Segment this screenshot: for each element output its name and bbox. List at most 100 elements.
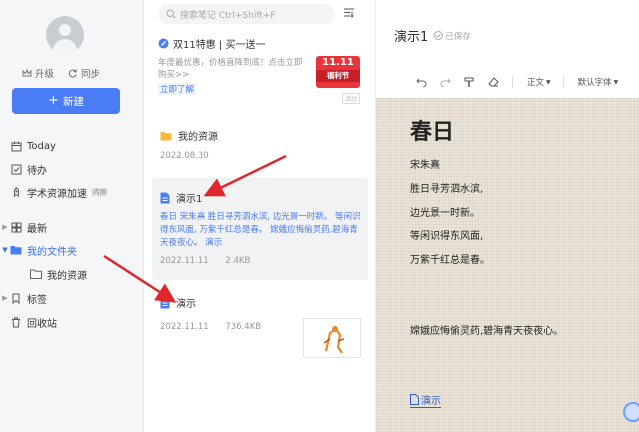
sidebar-item-label: 回收站	[27, 318, 57, 330]
sidebar-item-my-resources[interactable]: 我的资源	[0, 264, 143, 284]
attachment-link[interactable]: 演示	[410, 392, 441, 408]
sidebar-item-academic[interactable]: 学术资源加速 内测	[0, 182, 143, 202]
document-canvas[interactable]: 春日 宋朱熹 胜日寻芳泗水滨, 边光景一时新。 等闲识得东风面, 万紫千红总是春…	[376, 98, 639, 432]
document-title[interactable]: 演示1	[394, 26, 428, 45]
trash-icon	[10, 316, 22, 328]
sidebar-item-label: 我的文件夹	[27, 246, 77, 258]
redo-icon[interactable]	[438, 75, 452, 89]
sidebar-item-label: 标签	[27, 294, 47, 306]
attachment-label: 演示	[421, 396, 441, 407]
new-note-button[interactable]: + 新建	[12, 88, 120, 114]
promo-tag: 11.11 福利节	[316, 56, 360, 88]
folder-icon	[160, 131, 172, 140]
note-thumbnail	[303, 318, 361, 358]
user-avatar[interactable]	[46, 16, 84, 54]
checkbox-icon	[10, 163, 22, 175]
search-icon	[166, 9, 176, 19]
cartoon-figure-image	[323, 326, 345, 354]
check-circle-icon	[434, 31, 444, 40]
folder-outline-icon	[30, 268, 42, 280]
paragraph-style-label: 正文	[527, 78, 545, 88]
avatar-body-shape	[53, 39, 77, 54]
document-icon	[410, 394, 419, 405]
sidebar-item-tags[interactable]: ▶ 标签	[0, 288, 143, 308]
font-family-label: 默认字体	[577, 78, 612, 88]
chevron-down-icon: ▼	[613, 78, 619, 86]
plus-icon: +	[48, 93, 59, 108]
note-item-demo1[interactable]: 演示1 春日 宋朱熹 胜日寻芳泗水滨, 边光景一时新。 等闲识得东风面, 万紫千…	[152, 178, 368, 280]
note-item-size: 2.4KB	[225, 256, 251, 266]
toolbar-divider	[562, 76, 564, 88]
promo-ad-label: 活动	[341, 93, 360, 104]
poem-title: 春日	[410, 119, 455, 145]
sidebar-item-todo[interactable]: 待办	[0, 159, 143, 179]
note-item-title: 演示1	[176, 194, 203, 205]
poem-line: 宋朱熹	[410, 160, 440, 171]
poem-line: 嫦娥应悔偷灵药,碧海青天夜夜心。	[410, 326, 564, 337]
promo-tag-top: 11.11	[322, 57, 354, 68]
new-button-label: 新建	[62, 95, 84, 108]
note-item-title: 演示	[176, 299, 196, 310]
sidebar-item-my-folders[interactable]: ▼ 我的文件夹	[0, 240, 143, 260]
document-icon	[160, 192, 170, 203]
document-icon	[160, 297, 170, 308]
expand-arrow-icon[interactable]: ▶	[0, 294, 10, 302]
sort-icon[interactable]	[344, 8, 354, 18]
document-title-bar: 演示1 已保存	[394, 26, 471, 45]
note-item-size: 736.4KB	[225, 322, 262, 332]
note-item-date: 2022.11.11	[160, 322, 209, 332]
save-status: 已保存	[434, 30, 471, 42]
bookmark-icon	[10, 292, 22, 304]
folder-icon	[10, 244, 22, 256]
rocket-icon	[10, 186, 22, 198]
promo-tag-bottom: 福利节	[316, 70, 360, 82]
crown-icon	[22, 68, 32, 76]
save-status-label: 已保存	[445, 31, 471, 42]
sidebar-item-label: 待办	[27, 165, 47, 177]
upgrade-label: 升级	[35, 69, 55, 80]
promo-title: 双11特惠 | 买一送一	[173, 40, 266, 51]
sync-button[interactable]: 同步	[68, 66, 100, 80]
sidebar-item-label: Today	[27, 140, 56, 152]
avatar-head-shape	[59, 24, 71, 36]
sidebar-item-label: 学术资源加速	[27, 188, 87, 200]
sidebar-item-latest[interactable]: ▶ 最新	[0, 217, 143, 237]
collapse-arrow-icon[interactable]: ▼	[0, 246, 10, 254]
note-item-folder[interactable]: 我的资源 2022.08.30	[152, 128, 368, 168]
note-item-date: 2022.08.30	[160, 151, 209, 161]
toolbar-divider	[512, 76, 513, 88]
promo-badge-icon	[158, 38, 169, 49]
promo-learn-more-link[interactable]: 立即了解	[158, 83, 197, 95]
grid-icon	[10, 221, 22, 233]
account-actions: 升级 同步	[22, 66, 100, 80]
upgrade-button[interactable]: 升级	[22, 66, 54, 80]
note-list-panel: 搜索笔记 Ctrl+Shift+F 双11特惠 | 买一送一 年度最优惠，价格直…	[144, 0, 376, 432]
poem-line: 等闲识得东风面,	[410, 231, 484, 242]
calendar-icon	[10, 140, 22, 152]
format-painter-icon[interactable]	[462, 75, 476, 89]
poem-line: 胜日寻芳泗水滨,	[410, 184, 484, 195]
search-input[interactable]: 搜索笔记 Ctrl+Shift+F	[158, 4, 334, 24]
assistant-logo-icon[interactable]	[623, 402, 639, 422]
eraser-icon[interactable]	[486, 75, 500, 89]
font-family-dropdown[interactable]: 默认字体 ▼	[578, 76, 619, 88]
expand-arrow-icon[interactable]: ▶	[0, 223, 10, 231]
poem-line: 边光景一时新。	[410, 208, 480, 219]
sync-label: 同步	[81, 69, 101, 80]
sync-icon	[68, 69, 78, 78]
sidebar-item-label: 最新	[27, 223, 47, 235]
promo-description: 年度最优惠，价格直降到底！点击立即购买>>	[158, 58, 303, 80]
chevron-down-icon: ▼	[546, 78, 551, 86]
promo-banner[interactable]: 双11特惠 | 买一送一 年度最优惠，价格直降到底！点击立即购买>> 立即了解 …	[158, 36, 364, 106]
sidebar-item-today[interactable]: Today	[0, 136, 143, 156]
poem-line: 万紫千红总是春。	[410, 255, 490, 266]
note-item-excerpt: 春日 宋朱熹 胜日寻芳泗水滨, 边光景一时新。 等闲识得东风面, 万紫千红总是春…	[160, 212, 361, 248]
undo-icon[interactable]	[414, 75, 428, 89]
note-item-title: 我的资源	[178, 132, 218, 143]
paragraph-style-dropdown[interactable]: 正文 ▼	[527, 76, 551, 88]
editor-toolbar: 正文 ▼ 默认字体 ▼	[376, 72, 639, 92]
sidebar-item-trash[interactable]: 回收站	[0, 312, 143, 332]
editor-panel: 演示1 已保存 正文 ▼ 默认字体 ▼ 春日 宋朱熹 胜日寻芳泗水滨, 边光景一…	[376, 0, 639, 432]
sidebar: 升级 同步 + 新建 Today 待办 学术资源加速 内测 ▶ 最新 ▼ 我的文…	[0, 0, 144, 432]
beta-badge: 内测	[91, 187, 108, 197]
